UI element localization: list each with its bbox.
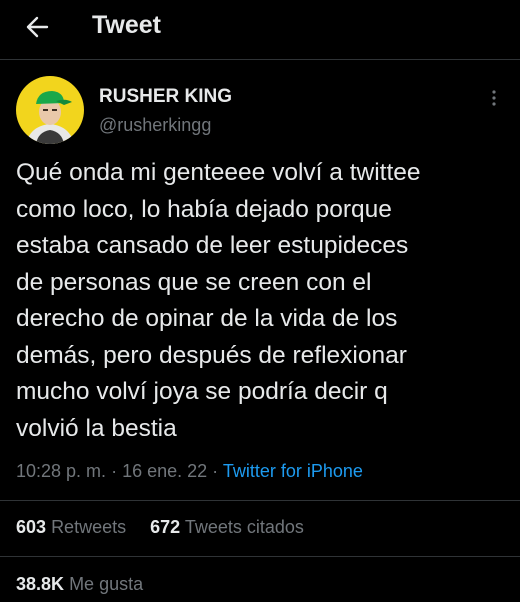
page-title: Tweet bbox=[92, 11, 161, 39]
avatar[interactable] bbox=[16, 76, 84, 144]
likes-label: Me gusta bbox=[69, 574, 144, 594]
stats-divider bbox=[0, 556, 520, 557]
author-display-name[interactable]: RUSHER KING bbox=[99, 86, 232, 108]
meta-separator: · bbox=[106, 461, 123, 481]
more-options-button[interactable] bbox=[486, 86, 502, 110]
top-bar: Tweet bbox=[0, 0, 520, 56]
retweets-label: Retweets bbox=[51, 517, 127, 537]
tweet-text: Qué onda mi genteeee volví a twittee com… bbox=[16, 159, 421, 442]
likes-row: 38.8K Me gusta bbox=[16, 574, 143, 595]
meta-separator: · bbox=[207, 461, 223, 481]
tweet-source-link[interactable]: Twitter for iPhone bbox=[223, 461, 363, 481]
retweets-stat[interactable]: 603 Retweets bbox=[16, 517, 126, 537]
author-handle[interactable]: @rusherkingg bbox=[99, 115, 211, 136]
tweet-meta: 10:28 p. m. · 16 ene. 22 · Twitter for i… bbox=[16, 461, 363, 482]
quotes-stat[interactable]: 672 Tweets citados bbox=[150, 517, 304, 537]
back-arrow-icon bbox=[26, 16, 49, 38]
retweets-count: 603 bbox=[16, 517, 47, 537]
tweet-date[interactable]: 16 ene. 22 bbox=[122, 461, 207, 481]
likes-count: 38.8K bbox=[16, 574, 65, 594]
meta-divider bbox=[0, 500, 520, 501]
engagement-stats: 603 Retweets 672 Tweets citados bbox=[16, 517, 304, 538]
avatar-image bbox=[16, 76, 84, 144]
quotes-label: Tweets citados bbox=[184, 517, 304, 537]
back-button[interactable] bbox=[22, 12, 52, 42]
quotes-count: 672 bbox=[150, 517, 181, 537]
header-divider bbox=[0, 59, 520, 60]
more-vertical-icon bbox=[492, 90, 496, 106]
tweet-time[interactable]: 10:28 p. m. bbox=[16, 461, 106, 481]
likes-stat[interactable]: 38.8K Me gusta bbox=[16, 574, 143, 594]
